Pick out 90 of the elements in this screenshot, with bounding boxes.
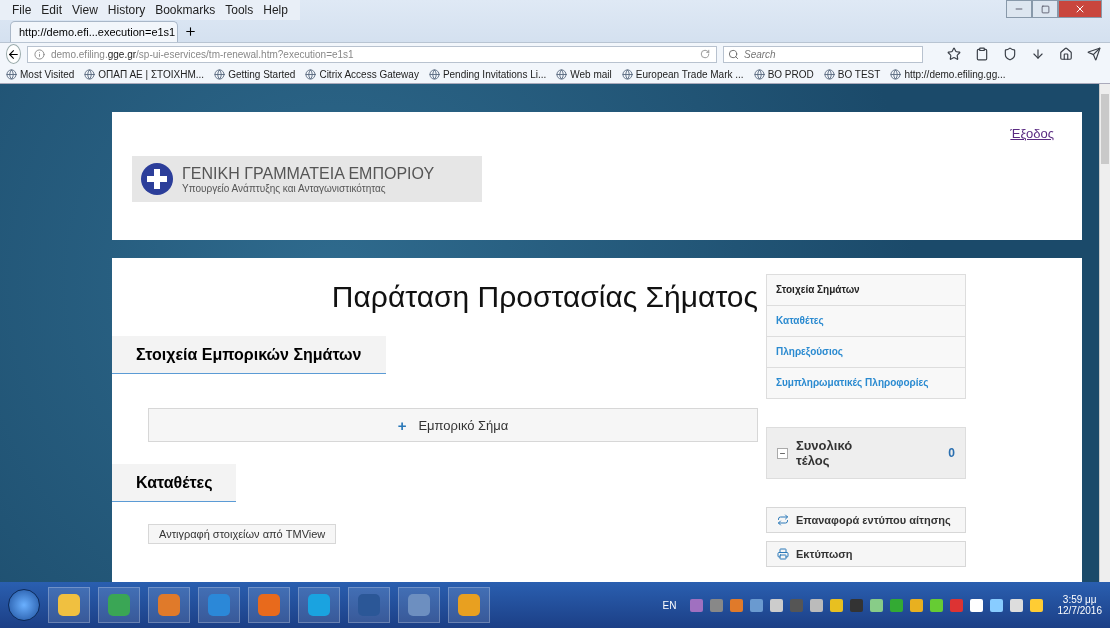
menu-item[interactable]: Edit <box>41 3 63 17</box>
bookmark-link[interactable]: Pending Invitations Li... <box>428 68 547 80</box>
section-heading: Στοιχεία Εμπορικών Σημάτων <box>112 336 386 374</box>
printer-icon <box>777 548 789 560</box>
reload-icon[interactable] <box>700 49 710 59</box>
globe-icon <box>305 68 317 80</box>
print-button[interactable]: Εκτύπωση <box>766 541 966 567</box>
tray-icon[interactable] <box>969 598 983 612</box>
bookmark-link[interactable]: European Trade Mark ... <box>621 68 744 80</box>
logout-link[interactable]: Έξοδος <box>1010 126 1054 141</box>
menu-item[interactable]: Bookmarks <box>155 3 216 17</box>
globe-icon <box>621 68 633 80</box>
download-icon[interactable] <box>1031 47 1045 61</box>
taskbar-app-button[interactable] <box>248 587 290 623</box>
tray-icon[interactable] <box>869 598 883 612</box>
bookmark-link[interactable]: Citrix Access Gateway <box>305 68 419 80</box>
scrollbar[interactable] <box>1099 84 1110 582</box>
tray-icon[interactable] <box>1029 598 1043 612</box>
clock[interactable]: 3:59 μμ 12/7/2016 <box>1057 594 1102 616</box>
bookmark-link[interactable]: Most Visited <box>6 68 75 80</box>
globe-icon <box>428 68 440 80</box>
bookmark-link[interactable]: ΟΠΑΠ ΑΕ | ΣΤΟΙΧΗΜ... <box>84 68 205 80</box>
clipboard-icon[interactable] <box>975 47 989 61</box>
globe-icon <box>84 68 96 80</box>
bookmark-link[interactable]: http://demo.efiling.gg... <box>890 68 1006 80</box>
menu-item[interactable]: Tools <box>225 3 254 17</box>
new-tab-icon[interactable] <box>184 25 197 38</box>
taskbar-app-button[interactable] <box>448 587 490 623</box>
logo-title: ΓΕΝΙΚΗ ΓΡΑΜΜΑΤΕΙΑ ΕΜΠΟΡΙΟΥ <box>182 164 435 183</box>
taskbar-app-button[interactable] <box>398 587 440 623</box>
page-title: Παράταση Προστασίας Σήματος <box>331 280 758 314</box>
section-heading: Καταθέτες <box>112 464 237 502</box>
reset-button[interactable]: Επαναφορά εντύπου αίτησης <box>766 507 966 533</box>
menu-item[interactable]: Help <box>263 3 288 17</box>
globe-icon <box>556 68 568 80</box>
maximize-button[interactable] <box>1032 0 1058 18</box>
back-button[interactable] <box>6 44 21 64</box>
search-field[interactable]: Search <box>723 45 923 63</box>
taskbar-app-button[interactable] <box>298 587 340 623</box>
total-value: 0 <box>948 446 955 460</box>
tray-icon[interactable] <box>909 598 923 612</box>
taskbar-app-button[interactable] <box>48 587 90 623</box>
menu-item[interactable]: View <box>72 3 98 17</box>
tray-icon[interactable] <box>809 598 823 612</box>
repeat-icon <box>777 514 789 526</box>
send-icon[interactable] <box>1087 47 1101 61</box>
emblem-icon <box>140 162 174 196</box>
nav-link[interactable]: Πληρεξούσιος <box>767 336 965 367</box>
back-arrow-icon <box>7 47 20 61</box>
collapse-button[interactable] <box>777 447 788 459</box>
search-icon <box>728 48 739 60</box>
globe-icon <box>753 68 765 80</box>
nav-link[interactable]: Καταθέτες <box>767 305 965 336</box>
taskbar-app-button[interactable] <box>98 587 140 623</box>
nav-link[interactable]: Στοιχεία Σημάτων <box>767 275 965 305</box>
nav-link[interactable]: Συμπληρωματικές Πληροφορίες <box>767 367 965 398</box>
globe-icon <box>6 68 17 80</box>
restore-icon <box>1040 4 1050 14</box>
language-indicator[interactable]: EN <box>662 599 677 611</box>
close-icon <box>1074 3 1086 15</box>
logo-subtitle: Υπουργείο Ανάπτυξης και Ανταγωνιστικότητας <box>182 182 387 194</box>
globe-icon <box>823 68 835 80</box>
start-button[interactable] <box>8 589 40 621</box>
globe-icon <box>214 68 226 80</box>
taskbar-app-button[interactable] <box>148 587 190 623</box>
minimize-button[interactable] <box>1006 0 1032 18</box>
star-icon[interactable] <box>947 47 961 61</box>
menu-item[interactable]: File <box>12 3 32 17</box>
bookmark-link[interactable]: Web mail <box>556 68 612 80</box>
tray-icon[interactable] <box>929 598 943 612</box>
bookmark-link[interactable]: BO PROD <box>753 68 814 80</box>
taskbar-app-button[interactable] <box>348 587 390 623</box>
bookmark-link[interactable]: Getting Started <box>214 68 296 80</box>
browser-tab[interactable]: http://demo.efi...execution=e1s1 <box>10 21 178 42</box>
bookmark-link[interactable]: BO TEST <box>823 68 881 80</box>
info-icon[interactable] <box>34 48 45 60</box>
tray-icon[interactable] <box>989 598 1003 612</box>
close-button[interactable] <box>1058 0 1102 18</box>
total-label: Συνολικό τέλος <box>796 438 854 468</box>
shield-icon[interactable] <box>1003 47 1017 61</box>
add-trademark-button[interactable]: + Εμπορικό Σήμα <box>148 408 758 442</box>
tray-icon[interactable] <box>1009 598 1023 612</box>
copy-button[interactable]: Αντιγραφή στοιχείων από TMView <box>148 524 337 544</box>
taskbar-app-button[interactable] <box>198 587 240 623</box>
globe-icon <box>890 68 902 80</box>
address-field[interactable]: demo.efiling.gge.gr/sp-ui-eservices/tm-renewal.htm?execution=e1s1 <box>27 45 717 63</box>
tray-icon[interactable] <box>829 598 843 612</box>
menu-item[interactable]: History <box>107 3 146 17</box>
tray-icon[interactable] <box>769 598 783 612</box>
home-icon[interactable] <box>1059 47 1073 61</box>
